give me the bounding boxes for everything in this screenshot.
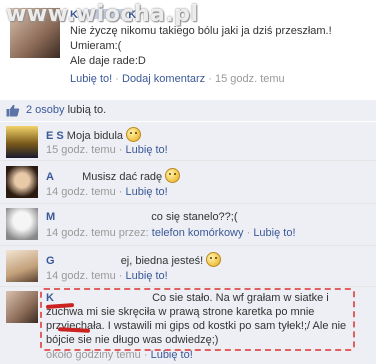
smiley-icon bbox=[126, 127, 142, 142]
thumbs-up-icon bbox=[6, 104, 20, 117]
comment-meta: 15 godz. temu · Lubię to! bbox=[46, 144, 168, 156]
comment-like-link[interactable]: Lubię to! bbox=[126, 270, 168, 282]
comment-like-link[interactable]: Lubię to! bbox=[253, 227, 295, 239]
separator: · bbox=[118, 144, 126, 156]
comment-time: około godziny temu bbox=[46, 349, 141, 361]
like-link[interactable]: Lubię to! bbox=[70, 73, 112, 85]
commenter-avatar[interactable] bbox=[6, 250, 38, 282]
comment-line: przyjechała. I wstawili mi gips od kostk… bbox=[46, 320, 347, 332]
commenter-name[interactable]: A bbox=[46, 171, 54, 183]
post-line: Ale daje rade:D bbox=[70, 55, 146, 67]
comment-text: Moja bidula bbox=[66, 130, 124, 142]
comment-line: żuchwa mi sie skręciła w prawą strone ka… bbox=[46, 306, 315, 318]
likes-suffix: lubią to. bbox=[67, 104, 107, 116]
comment-text: Musisz dać radę bbox=[82, 171, 163, 183]
likes-text: 2 osoby lubią to. bbox=[26, 104, 106, 116]
separator: · bbox=[208, 73, 215, 85]
post-text: Nie życzę nikomu takiego bólu jaki ja dz… bbox=[70, 24, 370, 69]
commenter-avatar[interactable] bbox=[6, 166, 38, 198]
comment-like-link[interactable]: Lubię to! bbox=[151, 349, 193, 361]
comment-body: G ej, biedna jesteś! bbox=[46, 252, 366, 268]
commenter-name[interactable]: G bbox=[46, 255, 55, 267]
separator: · bbox=[115, 73, 122, 85]
comment-item: G ej, biedna jesteś! 14 godz. temu · Lub… bbox=[0, 246, 376, 287]
commenter-avatar[interactable] bbox=[6, 126, 38, 158]
comment-time: 14 godz. temu bbox=[46, 186, 116, 198]
commenter-name[interactable]: E S bbox=[46, 130, 64, 142]
commenter-name[interactable]: M bbox=[46, 211, 55, 223]
comment-item: E S Moja bidula 15 godz. temu · Lubię to… bbox=[0, 122, 376, 161]
comment-item: A Musisz dać radę 14 godz. temu · Lubię … bbox=[0, 161, 376, 204]
comment-meta: 14 godz. temu · Lubię to! bbox=[46, 270, 168, 282]
separator: · bbox=[143, 349, 151, 361]
comment-line: K Co sie stało. Na wf grałam w siatke i bbox=[46, 291, 351, 305]
comment-item: K Co sie stało. Na wf grałam w siatke i … bbox=[0, 287, 376, 364]
add-comment-link[interactable]: Dodaj komentarz bbox=[122, 73, 205, 85]
likes-bar: 2 osoby lubią to. bbox=[0, 100, 376, 122]
post-line: Umieram:( bbox=[70, 40, 122, 52]
watermark: www.wiocha.pl bbox=[6, 2, 199, 27]
comment-text: ej, biedna jesteś! bbox=[120, 255, 204, 267]
comment-body: E S Moja bidula bbox=[46, 127, 366, 143]
via-link[interactable]: telefon komórkowy bbox=[152, 227, 244, 239]
comment-body: M co się stanelo??;( bbox=[46, 210, 366, 224]
comment-meta: około godziny temu · Lubię to! bbox=[46, 349, 193, 361]
smiley-icon bbox=[165, 168, 181, 183]
comment-meta: 14 godz. temu przez: telefon komórkowy ·… bbox=[46, 227, 296, 239]
separator: · bbox=[118, 270, 126, 282]
commenter-name[interactable]: K bbox=[46, 292, 54, 304]
comment-time: 15 godz. temu bbox=[46, 144, 116, 156]
comment-text: Co sie stało. Na wf grałam w siatke i bbox=[152, 292, 329, 304]
comment-time: 14 godz. temu przez: bbox=[46, 227, 149, 239]
comment-like-link[interactable]: Lubię to! bbox=[126, 186, 168, 198]
smiley-icon bbox=[206, 252, 222, 267]
comment-item: M co się stanelo??;( 14 godz. temu przez… bbox=[0, 204, 376, 246]
comment-body: K Co sie stało. Na wf grałam w siatke i … bbox=[46, 291, 351, 347]
comment-body: A Musisz dać radę bbox=[46, 168, 366, 184]
separator: · bbox=[118, 186, 126, 198]
name-censor bbox=[57, 295, 149, 301]
post-meta: Lubię to! · Dodaj komentarz · 15 godz. t… bbox=[70, 73, 285, 85]
likes-count-link[interactable]: 2 osoby bbox=[26, 104, 65, 116]
commenter-avatar[interactable] bbox=[6, 291, 38, 323]
comment-meta: 14 godz. temu · Lubię to! bbox=[46, 186, 168, 198]
comment-time: 14 godz. temu bbox=[46, 270, 116, 282]
comment-text: co się stanelo??;( bbox=[151, 211, 238, 223]
commenter-avatar[interactable] bbox=[6, 208, 38, 240]
comment-like-link[interactable]: Lubię to! bbox=[126, 144, 168, 156]
comment-line: bójcie sie nie długo was odwiedzę;) bbox=[46, 334, 219, 346]
post-time: 15 godz. temu bbox=[214, 73, 285, 85]
